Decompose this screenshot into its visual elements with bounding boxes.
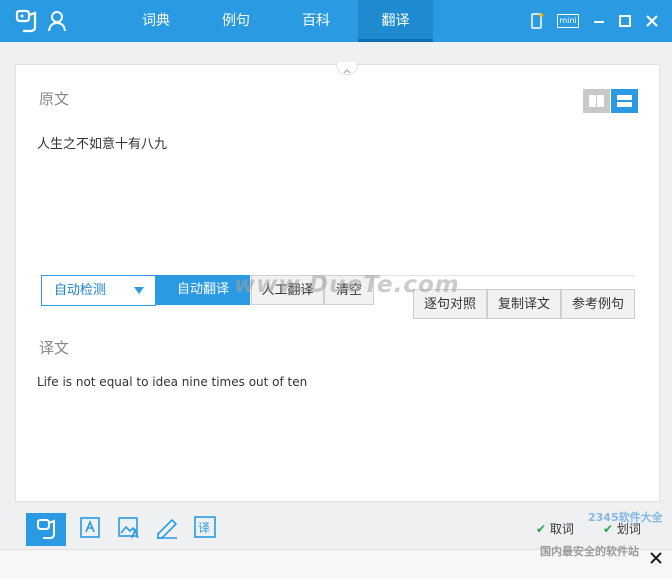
layout-stacked-icon[interactable] [611,89,638,113]
app-logo-icon[interactable] [14,9,38,33]
pen-icon[interactable] [154,514,180,540]
capture-word-label: 取词 [549,522,574,536]
svg-text:译: 译 [198,521,210,535]
reference-examples-button[interactable]: 参考例句 [561,289,635,319]
top-bar: 词典 例句 百科 翻译 mini [0,0,672,42]
layout-side-by-side-icon[interactable] [583,89,610,113]
user-icon[interactable] [47,10,67,32]
language-detect-label: 自动检测 [54,283,107,298]
watermark-corner-text: 国内最安全的软件站 [540,545,639,558]
translate-icon[interactable]: 译 [192,514,218,540]
phone-icon[interactable] [530,13,544,29]
tab-dictionary[interactable]: 词典 [121,0,191,42]
layout-toggle [583,89,638,113]
word-card-icon[interactable] [78,514,104,540]
home-icon[interactable] [26,513,66,546]
result-text: Life is not equal to idea nine times out… [37,375,308,389]
collapse-handle[interactable] [336,62,358,75]
tab-translate[interactable]: 翻译 [358,0,433,42]
dropdown-arrow-icon [134,287,144,294]
mini-mode-button[interactable]: mini [557,14,579,28]
image-translate-icon[interactable] [116,514,142,540]
capture-word-toggle[interactable]: ✔ 取词 [536,520,574,537]
close-icon[interactable] [650,552,662,564]
chevron-up-icon [343,69,351,74]
maximize-icon[interactable] [618,13,632,29]
tab-examples[interactable]: 例句 [201,0,271,42]
checkmark-icon: ✔ [536,522,547,536]
result-heading: 译文 [39,339,70,357]
source-text-input[interactable]: 人生之不如意十有八九 [37,133,167,152]
language-detect-select[interactable]: 自动检测 [41,275,156,306]
watermark-corner-logo: 2345软件大全 [588,511,663,524]
tab-encyclopedia[interactable]: 百科 [281,0,351,42]
close-icon[interactable] [645,13,659,29]
source-heading: 原文 [39,90,70,108]
minimize-icon[interactable] [592,13,606,29]
copy-translation-button[interactable]: 复制译文 [487,289,561,319]
watermark-center: www.DuoTe.com [234,272,460,298]
